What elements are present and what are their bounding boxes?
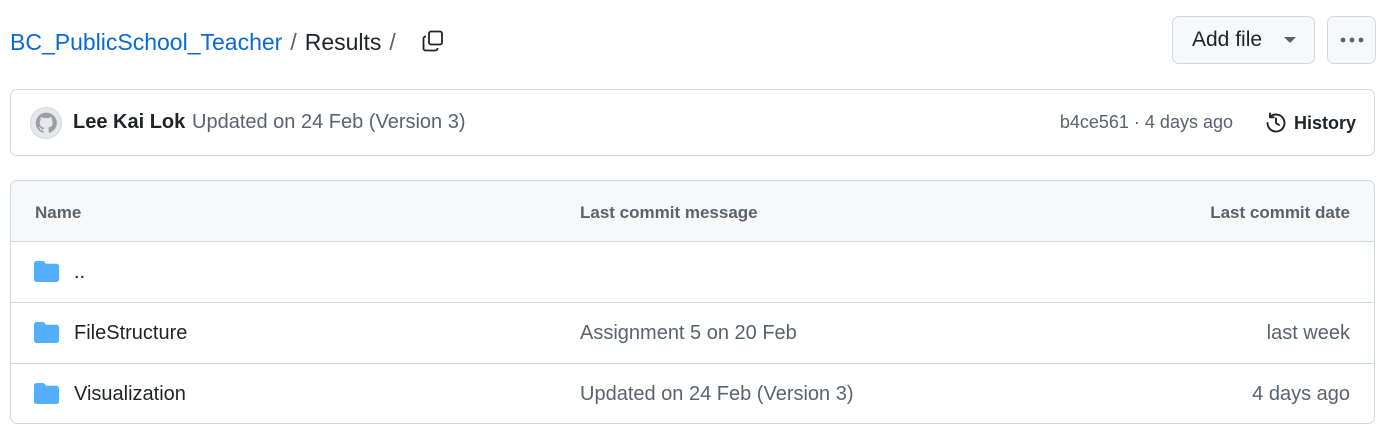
commit-meta: b4ce561 · 4 days ago <box>1060 112 1233 133</box>
breadcrumb-repo-link[interactable]: BC_PublicSchool_Teacher <box>10 29 282 56</box>
commit-relative-time: 4 days ago <box>1144 112 1233 132</box>
row-commit-date: last week <box>1266 322 1350 344</box>
triangle-down-icon <box>1284 37 1296 43</box>
column-header-date: Last commit date <box>1210 203 1350 222</box>
file-table: Name Last commit message Last commit dat… <box>10 180 1375 424</box>
parent-directory-link[interactable]: .. <box>74 261 85 284</box>
commit-meta-dot: · <box>1133 112 1140 132</box>
table-row[interactable]: FileStructure Assignment 5 on 20 Feb las… <box>11 303 1374 364</box>
table-row[interactable]: .. <box>11 242 1374 303</box>
add-file-label: Add file <box>1192 28 1263 51</box>
column-header-name: Name <box>35 203 82 222</box>
folder-link-visualization[interactable]: Visualization <box>74 383 186 406</box>
history-button[interactable]: History <box>1258 106 1362 140</box>
kebab-horizontal-icon <box>1340 37 1363 43</box>
row-commit-message[interactable]: Updated on 24 Feb (Version 3) <box>580 383 854 406</box>
row-commit-date: 4 days ago <box>1252 383 1350 405</box>
row-commit-message[interactable]: Assignment 5 on 20 Feb <box>580 322 797 345</box>
history-label: History <box>1294 112 1357 133</box>
column-header-message: Last commit message <box>580 203 758 222</box>
table-row[interactable]: Visualization Updated on 24 Feb (Version… <box>11 364 1374 423</box>
copy-icon <box>422 30 443 52</box>
latest-commit-box: Lee Kai Lok Updated on 24 Feb (Version 3… <box>10 89 1375 156</box>
table-header: Name Last commit message Last commit dat… <box>11 181 1374 242</box>
breadcrumb-separator: / <box>290 28 297 55</box>
copy-path-button[interactable] <box>414 22 452 60</box>
commit-author-link[interactable]: Lee Kai Lok <box>73 111 185 134</box>
breadcrumb-trailing-separator: / <box>389 28 396 55</box>
folder-icon <box>34 261 59 282</box>
folder-icon <box>34 322 59 343</box>
commit-message-link[interactable]: Updated on 24 Feb (Version 3) <box>192 111 466 134</box>
file-navigation-header: BC_PublicSchool_Teacher / Results / Add … <box>0 0 1382 82</box>
more-options-button[interactable] <box>1327 16 1376 64</box>
breadcrumb-current-folder: Results <box>304 28 382 55</box>
history-icon <box>1266 112 1286 133</box>
github-mark-icon <box>35 112 57 133</box>
folder-link-filestructure[interactable]: FileStructure <box>74 322 187 345</box>
commit-hash-link[interactable]: b4ce561 <box>1060 112 1129 133</box>
add-file-button[interactable]: Add file <box>1172 16 1315 64</box>
avatar[interactable] <box>30 107 62 139</box>
folder-icon <box>34 383 59 404</box>
breadcrumb: BC_PublicSchool_Teacher / Results / <box>10 26 404 58</box>
